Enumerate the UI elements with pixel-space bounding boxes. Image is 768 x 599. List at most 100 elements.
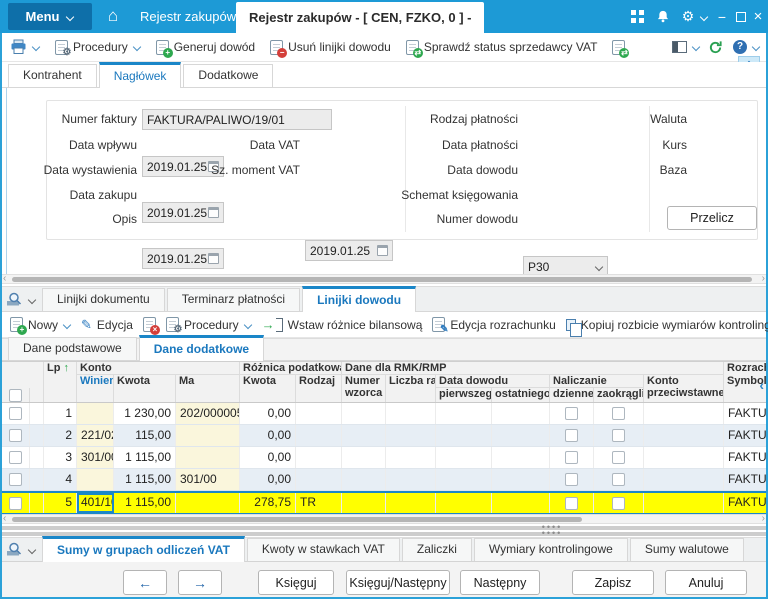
horizontal-scrollbar[interactable]: ‹ › [2, 514, 766, 524]
dzienne-checkbox[interactable] [565, 407, 578, 420]
summary-layout-button[interactable] [2, 542, 42, 561]
calendar-icon[interactable] [208, 207, 219, 218]
grid-layout-button[interactable] [2, 292, 42, 311]
col-header-dzienne[interactable]: dzienne [550, 388, 594, 402]
cell-dzienne[interactable] [550, 469, 594, 490]
generate-proof-button[interactable]: + Generuj dowód [156, 40, 255, 55]
row-checkbox[interactable] [9, 429, 22, 442]
zaokraglij-checkbox[interactable] [612, 407, 625, 420]
cell-rodzaj[interactable] [296, 447, 342, 468]
issue-date-field[interactable]: 2019.01.25 [142, 202, 224, 223]
previous-button[interactable]: ← [123, 570, 167, 595]
col-group-data-dowodu[interactable]: Data dowodu [436, 375, 550, 388]
col-header-winien[interactable]: Winien [77, 375, 114, 402]
table-row[interactable]: 1 1 230,00 202/000005 0,00 FAKTURA/ [2, 403, 766, 425]
insert-balance-difference-button[interactable]: → Wstaw różnice bilansową [262, 317, 423, 332]
vat-date-field[interactable]: 2019.01.25 [305, 240, 393, 261]
cell-dzienne[interactable] [550, 403, 594, 424]
save-button[interactable]: Zapisz [572, 570, 654, 595]
dzienne-checkbox[interactable] [565, 451, 578, 464]
col-header-numer-wzorca[interactable]: Numer wzorca [342, 375, 386, 402]
cell-kwota[interactable]: 115,00 [114, 425, 176, 446]
next-button[interactable]: Następny [460, 570, 540, 595]
table-row[interactable]: 4 1 115,00 301/00 0,00 FAKTURA/ [2, 469, 766, 491]
dzienne-checkbox[interactable] [565, 473, 578, 486]
col-header-liczba-rat[interactable]: Liczba rat [386, 375, 436, 402]
check-vat-status-button[interactable]: ⇄ Sprawdź status sprzedawcy VAT [406, 40, 598, 55]
row-checkbox[interactable] [9, 473, 22, 486]
cell-dzienne[interactable] [550, 493, 594, 513]
col-header-rozrach[interactable]: Rozrach [724, 362, 766, 375]
row-checkbox[interactable] [9, 451, 22, 464]
cell-symbol[interactable]: FAKTURA/ [724, 403, 766, 424]
col-group-konto[interactable]: Konto [77, 362, 240, 375]
scroll-left-icon[interactable]: ‹ [3, 273, 6, 285]
calendar-icon[interactable] [377, 245, 388, 256]
calendar-icon[interactable] [208, 253, 219, 264]
procedures-menu-button[interactable]: ⚙ Procedury [55, 40, 141, 55]
cell-lp[interactable]: 4 [44, 469, 77, 490]
cell-rodzaj[interactable] [296, 469, 342, 490]
splitter-handle[interactable]: •••• [2, 526, 766, 530]
row-checkbox[interactable] [9, 497, 22, 510]
vat-status-refresh-icon-button[interactable]: ⇄ [612, 40, 625, 55]
tab-wymiary-kontrolingowe[interactable]: Wymiary kontrolingowe [474, 538, 628, 561]
col-header-ostatniego[interactable]: ostatniego [492, 388, 550, 402]
cell-winien[interactable] [77, 403, 114, 424]
row-select-cell[interactable] [2, 493, 30, 513]
row-select-cell[interactable] [2, 403, 30, 424]
zaokraglij-checkbox[interactable] [612, 473, 625, 486]
cell-zaokraglij[interactable] [594, 447, 644, 468]
col-header-ma[interactable]: Ma [176, 375, 240, 402]
tab-dane-dodatkowe[interactable]: Dane dodatkowe [139, 335, 264, 361]
print-button[interactable] [10, 39, 40, 55]
row-select-cell[interactable] [2, 447, 30, 468]
collapse-column-icon[interactable]: ‹ [759, 378, 764, 392]
home-icon[interactable]: ⌂ [100, 0, 126, 33]
cell-dzienne[interactable] [550, 447, 594, 468]
cell-kwota[interactable]: 1 115,00 [114, 469, 176, 490]
settings-gear-icon[interactable]: ⚙ [678, 0, 698, 33]
tab-naglowek[interactable]: Nagłówek [99, 62, 182, 88]
close-button[interactable]: × [750, 0, 766, 33]
grid-procedures-button[interactable]: ⚙ Procedury [166, 317, 252, 332]
row-select-cell[interactable] [2, 425, 30, 446]
table-row[interactable]: 2 221/02 115,00 0,00 FAKTURA/ [2, 425, 766, 447]
tab-zaliczki[interactable]: Zaliczki [402, 538, 472, 561]
cell-ma[interactable] [176, 447, 240, 468]
invoice-number-field[interactable]: FAKTURA/PALIWO/19/01 [142, 109, 332, 130]
cell-ma[interactable]: 301/00 [176, 469, 240, 490]
cell-rodzaj[interactable] [296, 425, 342, 446]
cell-zaokraglij[interactable] [594, 469, 644, 490]
cell-ma[interactable]: 202/000005 [176, 403, 240, 424]
cell-kwota[interactable]: 1 115,00 [114, 447, 176, 468]
cell-rodzaj[interactable]: TR [296, 493, 342, 513]
cell-lp[interactable]: 2 [44, 425, 77, 446]
col-header-kwota[interactable]: Kwota [114, 375, 176, 402]
cell-winien[interactable] [77, 469, 114, 490]
cell-ma[interactable] [176, 425, 240, 446]
tab-rejestr-zakupow-active[interactable]: Rejestr zakupów - [ CEN, FZKO, 0 ] - [236, 2, 484, 33]
scrollbar-thumb[interactable] [12, 277, 752, 282]
zaokraglij-checkbox[interactable] [612, 451, 625, 464]
cell-winien[interactable]: 221/02 [77, 425, 114, 446]
tab-kwoty-vat[interactable]: Kwoty w stawkach VAT [247, 538, 400, 561]
tab-dane-podstawowe[interactable]: Dane podstawowe [8, 337, 137, 360]
tab-sumy-walutowe[interactable]: Sumy walutowe [630, 538, 744, 561]
purchase-date-field[interactable]: 2019.01.25 [142, 248, 224, 269]
edit-settlement-button[interactable]: ✎ Edycja rozrachunku [432, 317, 555, 332]
tab-linijki-dowodu[interactable]: Linijki dowodu [302, 286, 416, 312]
apps-grid-icon[interactable] [626, 0, 648, 33]
tab-dodatkowe[interactable]: Dodatkowe [183, 64, 273, 87]
delete-proof-lines-button[interactable]: − Usuń linijki dowodu [270, 40, 391, 55]
layout-settings-button[interactable] [672, 41, 700, 53]
cell-roznica-kwota[interactable]: 0,00 [240, 469, 296, 490]
copy-dimensions-button[interactable]: Kopiuj rozbicie wymiarów kontrolingo [566, 318, 768, 332]
scrollbar-thumb[interactable] [12, 517, 582, 522]
help-button[interactable]: ? [733, 40, 760, 54]
maximize-button[interactable] [733, 0, 749, 33]
tab-rejestr-zakupow[interactable]: Rejestr zakupów [140, 0, 236, 33]
row-select-cell[interactable] [2, 469, 30, 490]
cell-lp[interactable]: 1 [44, 403, 77, 424]
col-header-pierwszego[interactable]: pierwszego [436, 388, 492, 402]
